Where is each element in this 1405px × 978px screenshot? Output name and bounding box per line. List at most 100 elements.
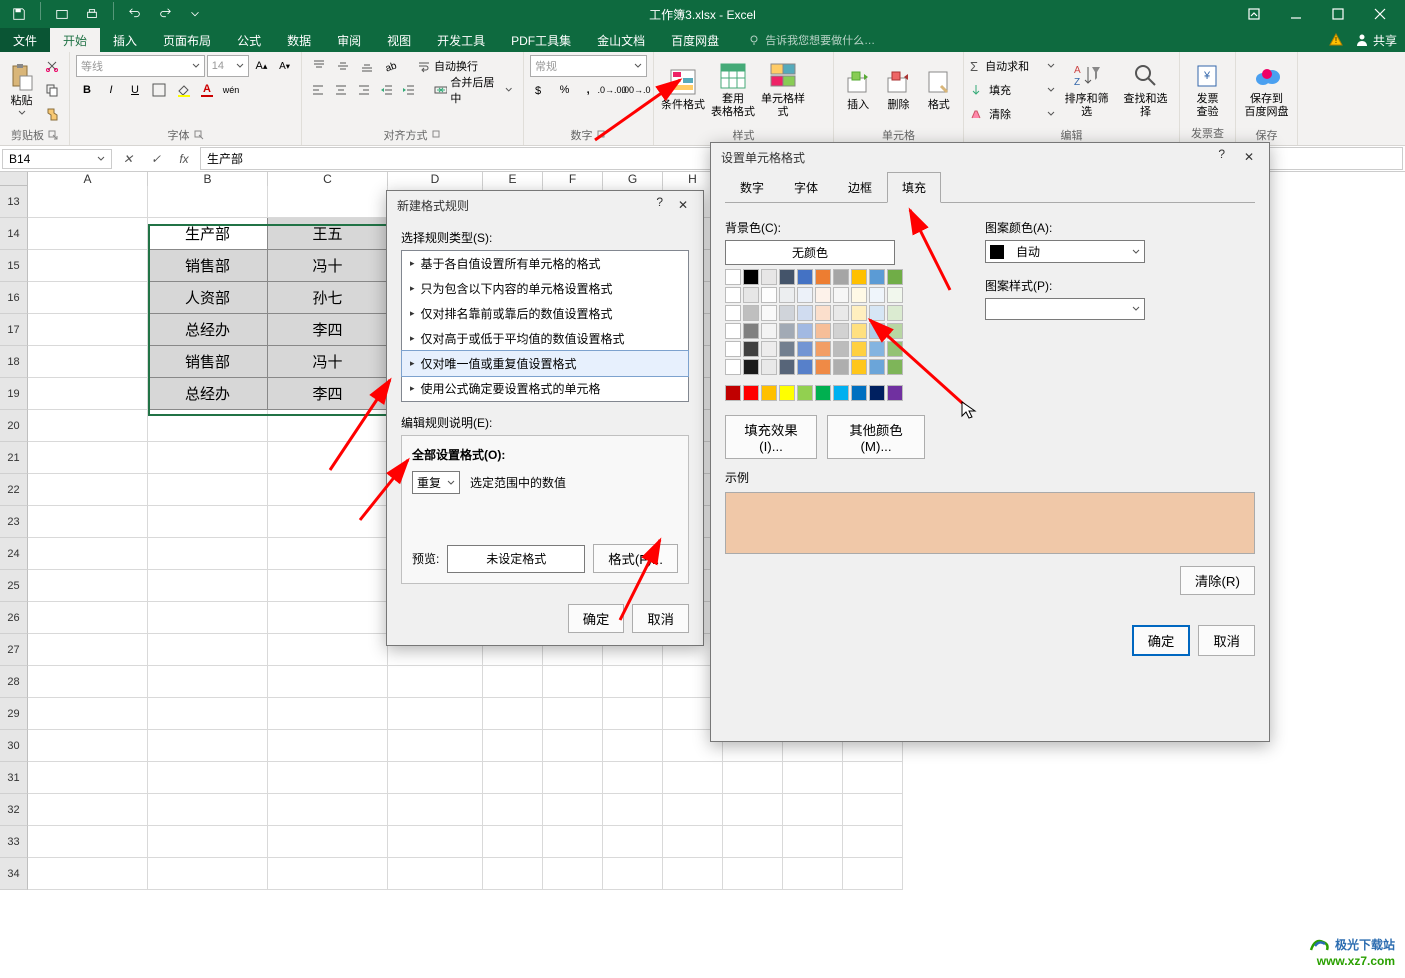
underline-button[interactable]: U [124,79,146,101]
format-ok-button[interactable]: 确定 [1132,625,1191,656]
color-swatch[interactable] [725,305,741,321]
color-swatch[interactable] [869,269,885,285]
cell-J33[interactable] [783,826,843,858]
format-dialog-close-icon[interactable]: ✕ [1239,147,1259,167]
redo-icon[interactable] [152,2,178,26]
cell-A31[interactable] [28,762,148,794]
orientation-icon[interactable]: ab [380,55,402,77]
cell-G30[interactable] [603,730,663,762]
color-swatch[interactable] [743,359,759,375]
tab-layout[interactable]: 页面布局 [150,28,224,52]
color-swatch[interactable] [815,287,831,303]
phonetic-button[interactable]: wén [220,79,242,101]
align-launcher-icon[interactable] [432,130,442,140]
tab-formulas[interactable]: 公式 [224,28,274,52]
cell-C22[interactable] [268,474,388,506]
color-swatch[interactable] [869,359,885,375]
cell-A22[interactable] [28,474,148,506]
cell-A14[interactable] [28,218,148,250]
cell-E34[interactable] [483,858,543,890]
clipboard-launcher-icon[interactable] [48,130,58,140]
cell-A28[interactable] [28,666,148,698]
sort-filter-button[interactable]: AZ排序和筛选 [1059,55,1114,125]
cell-B22[interactable] [148,474,268,506]
color-swatch[interactable] [815,323,831,339]
cell-F29[interactable] [543,698,603,730]
theme-color-palette[interactable] [725,269,925,285]
rule-dialog-close-icon[interactable]: ✕ [673,195,693,215]
rule-cancel-button[interactable]: 取消 [632,604,689,633]
cell-B19[interactable]: 总经办 [148,378,268,410]
color-swatch[interactable] [815,385,831,401]
pattern-style-select[interactable] [985,298,1145,320]
tab-review[interactable]: 审阅 [324,28,374,52]
cell-B17[interactable]: 总经办 [148,314,268,346]
cell-C26[interactable] [268,602,388,634]
cell-C14[interactable]: 王五 [268,218,388,250]
color-swatch[interactable] [851,385,867,401]
cell-B23[interactable] [148,506,268,538]
decrease-indent-icon[interactable] [376,79,397,101]
cell-F28[interactable] [543,666,603,698]
color-swatch[interactable] [833,269,849,285]
insert-cells-button[interactable]: 插入 [840,55,876,125]
cell-C23[interactable] [268,506,388,538]
cell-D31[interactable] [388,762,483,794]
cell-F34[interactable] [543,858,603,890]
rule-item-3[interactable]: 仅对高于或低于平均值的数值设置格式 [402,326,688,351]
color-swatch[interactable] [797,323,813,339]
color-swatch[interactable] [761,287,777,303]
color-swatch[interactable] [851,323,867,339]
cell-G34[interactable] [603,858,663,890]
cell-C28[interactable] [268,666,388,698]
rule-item-5[interactable]: 使用公式确定要设置格式的单元格 [402,376,688,401]
color-swatch[interactable] [833,385,849,401]
cell-D33[interactable] [388,826,483,858]
cell-C17[interactable]: 李四 [268,314,388,346]
cell-A29[interactable] [28,698,148,730]
color-swatch[interactable] [797,269,813,285]
color-swatch[interactable] [797,359,813,375]
autosum-button[interactable]: Σ 自动求和 [970,55,1055,77]
cell-styles-button[interactable]: 单元格样式 [760,55,806,125]
rule-item-2[interactable]: 仅对排名靠前或靠后的数值设置格式 [402,301,688,326]
cell-F31[interactable] [543,762,603,794]
pattern-color-select[interactable]: 自动 [985,240,1145,263]
cell-B21[interactable] [148,442,268,474]
color-swatch[interactable] [779,385,795,401]
row-header-23[interactable]: 23 [0,506,28,538]
cell-J32[interactable] [783,794,843,826]
color-swatch[interactable] [851,269,867,285]
increase-indent-icon[interactable] [399,79,420,101]
col-header-B[interactable]: B [148,172,268,186]
color-swatch[interactable] [815,305,831,321]
number-format-combo[interactable]: 常规 [530,55,647,77]
color-swatch[interactable] [887,341,903,357]
tab-insert[interactable]: 插入 [100,28,150,52]
color-swatch[interactable] [851,341,867,357]
cell-I32[interactable] [723,794,783,826]
fill-effects-button[interactable]: 填充效果(I)... [725,415,817,459]
font-launcher-icon[interactable] [194,130,204,140]
fx-icon[interactable]: fx [170,152,198,166]
cell-H31[interactable] [663,762,723,794]
row-header-22[interactable]: 22 [0,474,28,506]
row-header-17[interactable]: 17 [0,314,28,346]
cell-D30[interactable] [388,730,483,762]
color-swatch[interactable] [887,287,903,303]
row-header-31[interactable]: 31 [0,762,28,794]
col-header-F[interactable]: F [543,172,603,186]
border-button[interactable] [148,79,170,101]
cell-C27[interactable] [268,634,388,666]
color-swatch[interactable] [851,305,867,321]
color-swatch[interactable] [851,359,867,375]
cell-B34[interactable] [148,858,268,890]
color-swatch[interactable] [761,341,777,357]
dup-unique-select[interactable]: 重复 [412,471,460,494]
cell-B29[interactable] [148,698,268,730]
color-swatch[interactable] [869,287,885,303]
cell-C29[interactable] [268,698,388,730]
align-top-icon[interactable] [308,55,330,77]
row-header-25[interactable]: 25 [0,570,28,602]
row-header-33[interactable]: 33 [0,826,28,858]
